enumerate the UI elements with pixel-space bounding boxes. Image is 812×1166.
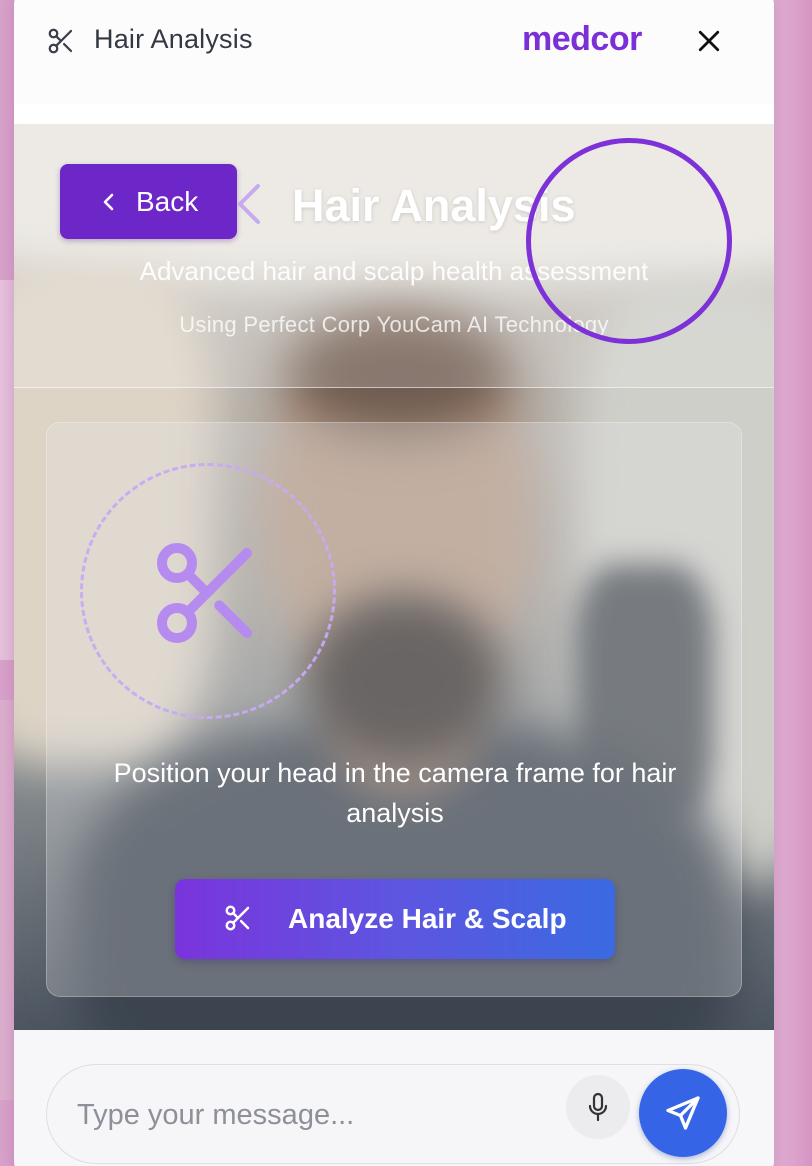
scissors-icon (225, 905, 250, 931)
message-input[interactable] (77, 1089, 547, 1141)
close-icon[interactable] (694, 26, 724, 56)
message-composer (14, 1030, 774, 1166)
analyze-hair-button-label: Analyze Hair & Scalp (288, 903, 567, 934)
brand-logo: medcor (522, 20, 642, 58)
positioning-instruction: Position your head in the camera frame f… (113, 758, 677, 828)
camera-preview: Back Hair Analysis Advanced hair and sca… (14, 124, 774, 1030)
scissors-icon (48, 28, 73, 54)
chevron-left-icon (103, 193, 114, 211)
analyze-hair-button[interactable]: Analyze Hair & Scalp (175, 879, 615, 959)
message-input-wrapper (46, 1064, 740, 1164)
scissors-icon (157, 543, 252, 643)
page-backdrop-right (774, 0, 812, 1166)
microphone-icon (588, 1092, 608, 1122)
back-button[interactable]: Back (60, 164, 237, 239)
chat-widget: Hair Analysis medcor Back Hair Analysis … (14, 0, 774, 1166)
chevron-left-icon (238, 184, 260, 224)
analysis-card: Position your head in the camera frame f… (46, 422, 742, 997)
widget-header: Hair Analysis medcor (14, 0, 774, 104)
send-icon (666, 1096, 700, 1130)
page-backdrop-left (0, 280, 14, 660)
back-button-label: Back (136, 186, 199, 217)
microphone-button[interactable] (566, 1075, 630, 1139)
header-title: Hair Analysis (94, 24, 253, 54)
focus-indicator-ring (526, 138, 732, 344)
analysis-title-band: Back Hair Analysis Advanced hair and sca… (14, 124, 774, 388)
send-button[interactable] (639, 1069, 727, 1157)
page-backdrop-left-lower (0, 700, 14, 1100)
